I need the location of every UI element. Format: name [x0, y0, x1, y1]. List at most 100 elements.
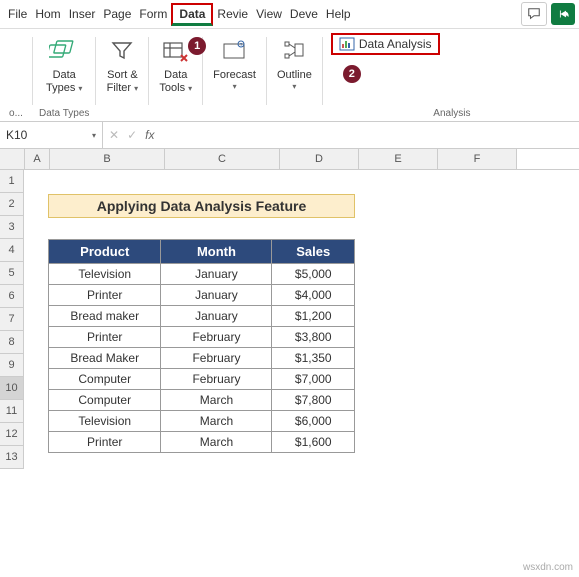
name-box[interactable]: K10 ▾ [0, 122, 103, 148]
table-cell: $1,600 [272, 432, 355, 453]
table-cell: Bread maker [49, 306, 161, 327]
tab-file[interactable]: File [4, 3, 31, 25]
col-header-e[interactable]: E [359, 149, 438, 169]
accept-formula-icon[interactable]: ✓ [127, 128, 137, 142]
table-cell: Television [49, 411, 161, 432]
col-header-b[interactable]: B [50, 149, 165, 169]
select-all-corner[interactable] [0, 149, 25, 169]
table-row: PrinterJanuary$4,000 [49, 285, 355, 306]
table-cell: $7,000 [272, 369, 355, 390]
group-analysis: Data Analysis 2 Analysis [323, 33, 579, 121]
tab-help[interactable]: Help [322, 3, 355, 25]
share-button[interactable] [551, 3, 575, 25]
group-data-tools: DataTools ▾ 1 [149, 33, 202, 121]
table-cell: February [161, 369, 272, 390]
row-header[interactable]: 4 [0, 239, 24, 262]
column-headers: A B C D E F [0, 149, 579, 170]
table-cell: $3,800 [272, 327, 355, 348]
col-header-d[interactable]: D [280, 149, 359, 169]
forecast-icon: ? [221, 38, 249, 64]
table-row: TelevisionJanuary$5,000 [49, 264, 355, 285]
row-header[interactable]: 9 [0, 354, 24, 377]
outline-icon [281, 38, 307, 64]
row-header[interactable]: 3 [0, 216, 24, 239]
row-headers: 12345678910111213 [0, 170, 24, 470]
table-cell: Printer [49, 327, 161, 348]
data-types-button[interactable]: DataTypes ▾ [42, 33, 86, 97]
callout-2: 2 [343, 65, 361, 83]
row-header[interactable]: 5 [0, 262, 24, 285]
watermark: wsxdn.com [523, 562, 573, 573]
table-cell: Bread Maker [49, 348, 161, 369]
group-undo-label: o... [9, 108, 23, 121]
table-cell: March [161, 432, 272, 453]
row-header[interactable]: 11 [0, 400, 24, 423]
table-cell: Computer [49, 390, 161, 411]
tab-view[interactable]: View [252, 3, 286, 25]
table-cell: February [161, 348, 272, 369]
row-header[interactable]: 6 [0, 285, 24, 308]
forecast-button[interactable]: ? Forecast ▾ [209, 33, 260, 94]
comments-button[interactable] [521, 2, 547, 26]
row-header[interactable]: 2 [0, 193, 24, 216]
title-cell: Applying Data Analysis Feature [48, 194, 355, 218]
tab-review[interactable]: Revie [213, 3, 252, 25]
table-cell: Printer [49, 285, 161, 306]
table-cell: Television [49, 264, 161, 285]
table-cell: January [161, 264, 272, 285]
table-cell: Printer [49, 432, 161, 453]
row-header[interactable]: 1 [0, 170, 24, 193]
table-cell: Computer [49, 369, 161, 390]
tab-page[interactable]: Page [99, 3, 135, 25]
worksheet-grid[interactable]: A B C D E F 12345678910111213 Applying D… [0, 149, 579, 470]
cancel-formula-icon[interactable]: ✕ [109, 128, 119, 142]
table-cell: $5,000 [272, 264, 355, 285]
table-cell: $1,200 [272, 306, 355, 327]
outline-button[interactable]: Outline ▾ [273, 33, 316, 94]
row-header[interactable]: 7 [0, 308, 24, 331]
data-analysis-button[interactable]: Data Analysis [331, 33, 440, 55]
table-cell: February [161, 327, 272, 348]
col-header-c[interactable]: C [165, 149, 280, 169]
formula-bar-row: K10 ▾ ✕ ✓ fx [0, 122, 579, 149]
table-cell: $6,000 [272, 411, 355, 432]
group-outline: Outline ▾ [267, 33, 322, 121]
col-header-a[interactable]: A [25, 149, 50, 169]
group-sort-filter: Sort &Filter ▾ [96, 33, 148, 121]
data-types-icon [49, 37, 79, 65]
table-cell: March [161, 411, 272, 432]
group-data-types: DataTypes ▾ Data Types [33, 33, 95, 121]
row-header[interactable]: 10 [0, 377, 24, 400]
data-analysis-icon [339, 37, 355, 51]
row-header[interactable]: 8 [0, 331, 24, 354]
table-cell: $4,000 [272, 285, 355, 306]
menu-bar: File Hom Inser Page Form Data Revie View… [0, 0, 579, 29]
row-header[interactable]: 13 [0, 446, 24, 469]
table-header: Product [49, 240, 161, 264]
filter-icon [109, 38, 135, 64]
tab-insert[interactable]: Inser [65, 3, 100, 25]
table-row: TelevisionMarch$6,000 [49, 411, 355, 432]
tab-home[interactable]: Hom [31, 3, 64, 25]
table-row: PrinterFebruary$3,800 [49, 327, 355, 348]
group-forecast: ? Forecast ▾ [203, 33, 266, 121]
table-cell: January [161, 285, 272, 306]
group-analysis-label: Analysis [433, 108, 470, 121]
table-cell: January [161, 306, 272, 327]
fx-icon[interactable]: fx [145, 128, 154, 142]
chevron-down-icon: ▾ [92, 131, 96, 140]
table-row: PrinterMarch$1,600 [49, 432, 355, 453]
cells-area[interactable]: Applying Data Analysis Feature ProductMo… [24, 170, 579, 470]
comment-icon [527, 7, 541, 21]
table-row: ComputerFebruary$7,000 [49, 369, 355, 390]
tab-developer[interactable]: Deve [286, 3, 322, 25]
col-header-f[interactable]: F [438, 149, 517, 169]
tab-data[interactable]: Data [171, 3, 213, 26]
table-cell: $1,350 [272, 348, 355, 369]
row-header[interactable]: 12 [0, 423, 24, 446]
share-icon [556, 7, 570, 21]
data-tools-icon [161, 38, 191, 64]
group-data-types-label: Data Types [39, 108, 89, 121]
sort-filter-button[interactable]: Sort &Filter ▾ [102, 33, 142, 97]
tab-formulas[interactable]: Form [135, 3, 171, 25]
